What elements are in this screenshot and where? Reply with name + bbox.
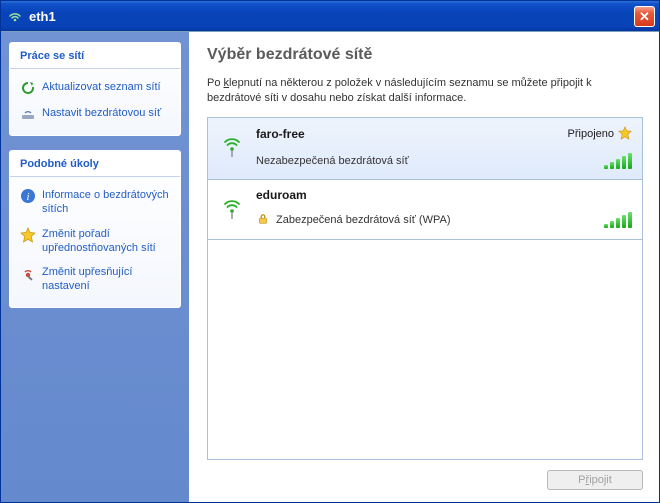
network-security: Nezabezpečená bezdrátová síť	[256, 155, 409, 167]
panel-similar-tasks: Podobné úkoly i Informace o bezdrátových…	[9, 150, 181, 308]
desc-post: lepnutí na některou z položek v následuj…	[207, 77, 592, 104]
sidebar-item-label: Nastavit bezdrátovou síť	[42, 106, 161, 120]
favorite-icon	[20, 227, 36, 243]
wifi-icon	[7, 8, 23, 24]
panel-header: Podobné úkoly	[10, 151, 180, 177]
sidebar-item-label: Změnit upřesňující nastavení	[42, 265, 170, 294]
window-body: Práce se sítí Aktualizovat seznam sítí	[1, 31, 659, 502]
sidebar-item-label: Aktualizovat seznam sítí	[42, 80, 161, 94]
btn-pre: P	[578, 474, 585, 486]
setup-wireless-icon	[20, 106, 36, 122]
network-name: eduroam	[256, 188, 307, 202]
status-label: Připojeno	[568, 128, 614, 140]
refresh-icon	[20, 80, 36, 96]
content: Výběr bezdrátové sítě Po klepnutí na něk…	[189, 32, 659, 502]
lock-icon	[256, 212, 270, 229]
window: eth1 ✕ Práce se sítí Aktualizovat	[0, 0, 660, 503]
network-item[interactable]: faro-free Připojeno	[208, 118, 642, 180]
panel-body: i Informace o bezdrátových sítích Změnit…	[10, 177, 180, 307]
page-description: Po klepnutí na některou z položek v násl…	[207, 76, 643, 107]
sidebar: Práce se sítí Aktualizovat seznam sítí	[1, 32, 189, 502]
sidebar-item-advanced-settings[interactable]: Změnit upřesňující nastavení	[16, 260, 174, 299]
window-title: eth1	[29, 9, 634, 24]
star-icon	[618, 126, 632, 143]
close-button[interactable]: ✕	[634, 6, 655, 27]
network-item[interactable]: eduroam	[208, 180, 642, 240]
sidebar-item-change-order[interactable]: Změnit pořadí upřednostňovaných sítí	[16, 222, 174, 261]
network-status: Připojeno	[568, 126, 632, 143]
security-label: Nezabezpečená bezdrátová síť	[256, 155, 409, 167]
sidebar-item-wireless-info[interactable]: i Informace o bezdrátových sítích	[16, 183, 174, 222]
panel-header: Práce se sítí	[10, 43, 180, 69]
advanced-settings-icon	[20, 265, 36, 281]
page-title: Výběr bezdrátové sítě	[207, 46, 643, 64]
desc-pre: Po	[207, 77, 224, 89]
panel-network-tasks: Práce se sítí Aktualizovat seznam sítí	[9, 42, 181, 136]
network-security: Zabezpečená bezdrátová síť (WPA)	[256, 212, 451, 229]
network-list: faro-free Připojeno	[207, 117, 643, 460]
network-info: eduroam	[256, 188, 632, 229]
footer: Připojit	[207, 460, 643, 490]
signal-strength-icon	[604, 212, 632, 228]
wifi-signal-icon	[218, 126, 246, 169]
close-icon: ✕	[639, 10, 650, 23]
titlebar: eth1 ✕	[1, 1, 659, 31]
network-detail-row: Nezabezpečená bezdrátová síť	[256, 153, 632, 169]
btn-suf: ipojit	[589, 474, 612, 486]
network-header-row: faro-free Připojeno	[256, 126, 632, 143]
wifi-signal-icon	[218, 188, 246, 229]
connect-button[interactable]: Připojit	[547, 470, 643, 490]
sidebar-item-setup-wireless[interactable]: Nastavit bezdrátovou síť	[16, 101, 174, 127]
panel-body: Aktualizovat seznam sítí Nastavit bezdrá…	[10, 69, 180, 135]
svg-text:i: i	[26, 191, 29, 203]
sidebar-item-refresh[interactable]: Aktualizovat seznam sítí	[16, 75, 174, 101]
network-header-row: eduroam	[256, 188, 632, 202]
security-label: Zabezpečená bezdrátová síť (WPA)	[276, 214, 451, 226]
signal-strength-icon	[604, 153, 632, 169]
network-name: faro-free	[256, 127, 305, 141]
sidebar-item-label: Informace o bezdrátových sítích	[42, 188, 170, 217]
network-detail-row: Zabezpečená bezdrátová síť (WPA)	[256, 212, 632, 229]
network-info: faro-free Připojeno	[256, 126, 632, 169]
sidebar-item-label: Změnit pořadí upřednostňovaných sítí	[42, 227, 170, 256]
info-icon: i	[20, 188, 36, 204]
